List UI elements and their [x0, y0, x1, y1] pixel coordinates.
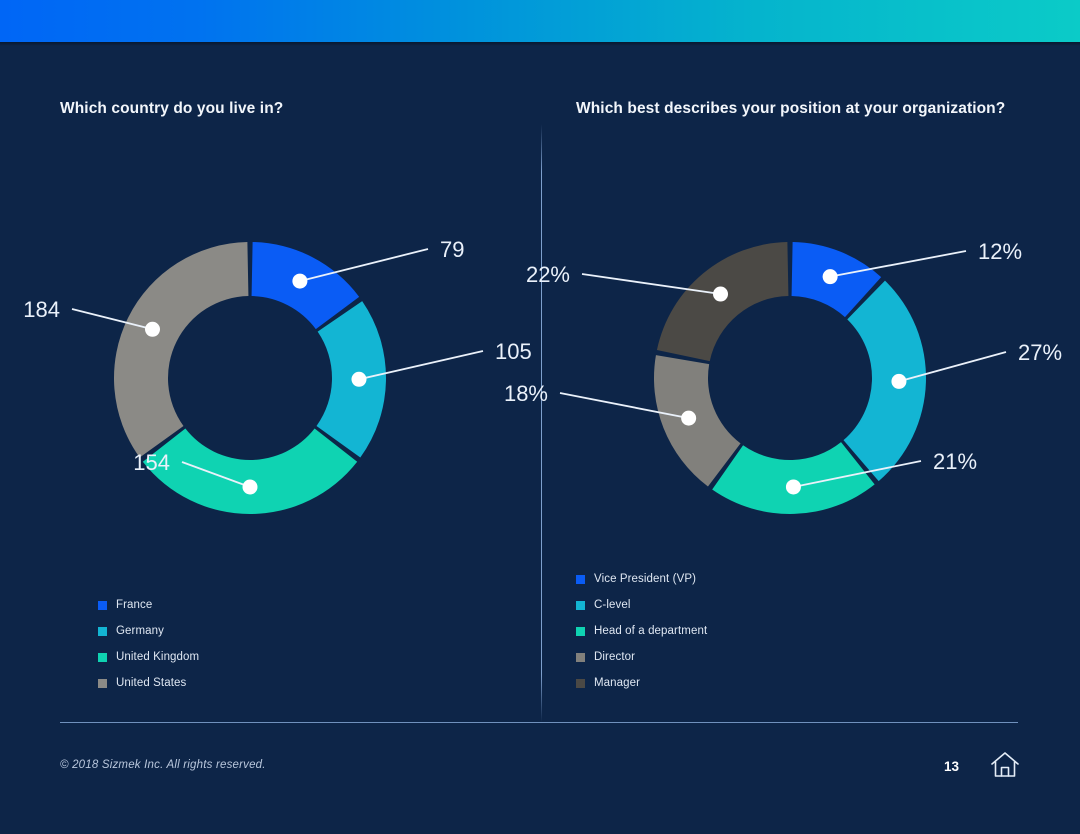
donut-segment-germany[interactable]	[317, 301, 386, 457]
leader-dot-united-kingdom	[243, 480, 258, 495]
right-chart-title: Which best describes your position at yo…	[576, 100, 1005, 118]
legend-item-manager[interactable]: Manager	[576, 670, 707, 696]
legend-swatch-manager	[576, 679, 585, 688]
slide-body: Which country do you live in? Which best…	[0, 46, 1080, 834]
leader-dot-manager	[713, 287, 728, 302]
legend-label-vice-president: Vice President (VP)	[594, 573, 696, 585]
left-chart-title: Which country do you live in?	[60, 100, 283, 118]
legend-label-germany: Germany	[116, 625, 164, 637]
legend-item-vice-president[interactable]: Vice President (VP)	[576, 566, 707, 592]
legend-item-head-of-department[interactable]: Head of a department	[576, 618, 707, 644]
position-donut-segments	[654, 242, 926, 514]
header-gradient-bar	[0, 0, 1080, 42]
leader-dot-director	[681, 411, 696, 426]
legend-swatch-head-of-department	[576, 627, 585, 636]
legend-label-head-of-department: Head of a department	[594, 625, 707, 637]
value-label-vice-president: 12%	[978, 239, 1022, 264]
footer-divider	[60, 722, 1018, 723]
legend-label-france: France	[116, 599, 152, 611]
value-label-united-states: 184	[23, 297, 60, 322]
donut-segment-director[interactable]	[654, 355, 741, 486]
legend-label-director: Director	[594, 651, 635, 663]
country-donut-svg: 79 105 154 184	[40, 196, 540, 556]
legend-item-united-states[interactable]: United States	[98, 670, 199, 696]
value-label-c-level: 27%	[1018, 340, 1062, 365]
position-legend: Vice President (VP) C-level Head of a de…	[576, 566, 707, 696]
legend-item-france[interactable]: France	[98, 592, 199, 618]
legend-label-c-level: C-level	[594, 599, 631, 611]
vertical-divider	[541, 124, 542, 722]
home-icon[interactable]	[988, 748, 1022, 782]
donut-segment-manager[interactable]	[657, 242, 789, 361]
legend-label-united-states: United States	[116, 677, 186, 689]
legend-swatch-c-level	[576, 601, 585, 610]
country-legend: France Germany United Kingdom United Sta…	[98, 592, 199, 696]
country-donut-chart: 79 105 154 184	[40, 196, 540, 556]
legend-item-united-kingdom[interactable]: United Kingdom	[98, 644, 199, 670]
value-label-director: 18%	[504, 381, 548, 406]
page-number: 13	[944, 759, 959, 774]
copyright-text: © 2018 Sizmek Inc. All rights reserved.	[60, 759, 266, 771]
leader-dot-united-states	[145, 322, 160, 337]
donut-segment-united-kingdom[interactable]	[143, 428, 357, 514]
donut-segment-head-of-department[interactable]	[712, 442, 874, 514]
legend-swatch-united-states	[98, 679, 107, 688]
legend-item-germany[interactable]: Germany	[98, 618, 199, 644]
leader-dot-france	[292, 274, 307, 289]
legend-item-director[interactable]: Director	[576, 644, 707, 670]
legend-swatch-director	[576, 653, 585, 662]
leader-dot-germany	[351, 372, 366, 387]
leader-dot-c-level	[891, 374, 906, 389]
legend-swatch-germany	[98, 627, 107, 636]
legend-swatch-france	[98, 601, 107, 610]
value-label-germany: 105	[495, 339, 532, 364]
legend-item-c-level[interactable]: C-level	[576, 592, 707, 618]
position-donut-chart: 12% 27% 21% 18% 22%	[548, 196, 1048, 556]
leader-dot-vice-president	[823, 269, 838, 284]
legend-swatch-vice-president	[576, 575, 585, 584]
value-label-manager: 22%	[526, 262, 570, 287]
value-label-head-of-department: 21%	[933, 449, 977, 474]
legend-swatch-united-kingdom	[98, 653, 107, 662]
donut-segment-united-states[interactable]	[114, 242, 248, 458]
leader-dot-head-of-department	[786, 479, 801, 494]
legend-label-manager: Manager	[594, 677, 640, 689]
value-label-france: 79	[440, 237, 464, 262]
legend-label-united-kingdom: United Kingdom	[116, 651, 199, 663]
value-label-united-kingdom: 154	[133, 450, 170, 475]
donut-segment-c-level[interactable]	[843, 281, 926, 481]
position-donut-svg: 12% 27% 21% 18% 22%	[548, 196, 1048, 556]
